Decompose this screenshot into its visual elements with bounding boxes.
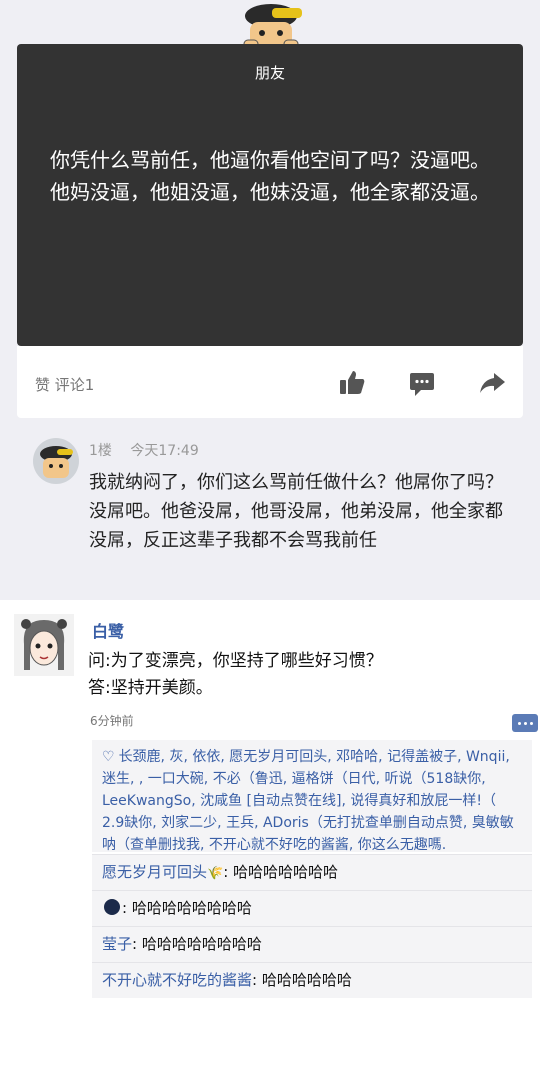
likes-list: ♡ 长颈鹿, 灰, 依依, 愿无岁月可回头, 邓哈哈, 记得盖被子, Wnqii,…: [92, 740, 532, 853]
card-text: 你凭什么骂前任，他逼你看他空间了吗？没逼吧。他妈没逼，他姐没逼，他妹没逼，他全家…: [50, 148, 490, 204]
post-card: 朋友 你凭什么骂前任，他逼你看他空间了吗？没逼吧。他妈没逼，他姐没逼，他妹没逼，…: [17, 44, 523, 346]
manga-girl-avatar-icon[interactable]: [14, 614, 74, 676]
reply-author[interactable]: 愿无岁月可回头: [102, 863, 207, 881]
share-arrow-icon[interactable]: [477, 368, 507, 398]
list-item[interactable]: 不开心就不好吃的酱酱: 哈哈哈哈哈哈: [92, 962, 532, 998]
heart-icon: ♡: [102, 749, 115, 765]
comment-bubble-icon[interactable]: [407, 368, 437, 398]
reply-text: : 哈哈哈哈哈哈哈哈: [122, 899, 252, 917]
comment-time: 今天17:49: [130, 443, 199, 459]
post-question: 问:为了变漂亮，你坚持了哪些好习惯？: [88, 651, 383, 671]
thumbs-up-icon[interactable]: [337, 368, 367, 398]
moments-post-screenshot: 朋友 你凭什么骂前任，他逼你看他空间了吗？没逼吧。他妈没逼，他姐没逼，他妹没逼，…: [0, 0, 540, 600]
card-title: 朋友: [254, 64, 285, 82]
reply-author[interactable]: 莹子: [102, 935, 132, 953]
wheat-emoji-icon: 🌾: [207, 866, 224, 881]
poster-name[interactable]: 白鹭: [92, 618, 124, 642]
dark-circle-avatar-icon[interactable]: [104, 899, 120, 915]
comment-floor: 1楼: [89, 443, 112, 459]
post-time: 6分钟前: [90, 714, 134, 728]
list-item[interactable]: 莹子: 哈哈哈哈哈哈哈哈: [92, 926, 532, 962]
qq-feed-screenshot: 白鹭 问:为了变漂亮，你坚持了哪些好习惯？ 答:坚持开美颜。 6分钟前 ♡ 长颈鹿…: [0, 604, 540, 1069]
comment-text: 我就纳闷了，你们这么骂前任做什么？他屌你了吗？没屌吧。他爸没屌，他哥没屌，他弟没…: [89, 472, 503, 551]
list-item[interactable]: : 哈哈哈哈哈哈哈哈: [92, 890, 532, 926]
reply-text: : 哈哈哈哈哈哈: [252, 971, 352, 989]
cartoon-avatar-icon: [40, 446, 73, 478]
post-actions-bar: 赞 评论1: [17, 346, 523, 418]
more-options-icon[interactable]: [512, 714, 538, 732]
likes-names[interactable]: 长颈鹿, 灰, 依依, 愿无岁月可回头, 邓哈哈, 记得盖被子, Wnqii, …: [102, 749, 514, 853]
reply-author[interactable]: 不开心就不好吃的酱酱: [102, 971, 252, 989]
reply-text: : 哈哈哈哈哈哈哈哈: [132, 935, 262, 953]
comment-meta: 1楼 今天17:49: [89, 440, 213, 460]
reply-text: : 哈哈哈哈哈哈哈: [223, 863, 339, 881]
post-content: 问:为了变漂亮，你坚持了哪些好习惯？ 答:坚持开美颜。: [88, 648, 383, 702]
reply-list: 愿无岁月可回头🌾: 哈哈哈哈哈哈哈 : 哈哈哈哈哈哈哈哈 莹子: 哈哈哈哈哈哈哈…: [92, 854, 532, 998]
list-item[interactable]: 愿无岁月可回头🌾: 哈哈哈哈哈哈哈: [92, 854, 532, 890]
avatar[interactable]: [33, 438, 79, 484]
comment-item: 1楼 今天17:49 我就纳闷了，你们这么骂前任做什么？他屌你了吗？没屌吧。他爸…: [17, 426, 523, 600]
like-comment-stats[interactable]: 赞 评论1: [35, 374, 94, 395]
post-answer: 答:坚持开美颜。: [88, 678, 213, 698]
